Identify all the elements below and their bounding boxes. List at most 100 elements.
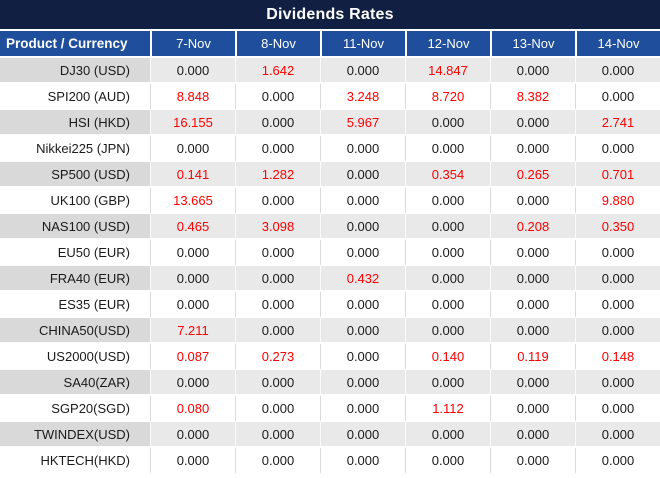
rate-cell: 0.000 [320,214,405,240]
table-row: FRA40 (EUR) 0.000 0.000 0.432 0.000 0.000 0.00… [0,266,660,292]
table-row: DJ30 (USD) 0.000 1.642 0.000 14.847 0.000 0.00… [0,58,660,84]
rate-cell: 8.720 [405,84,490,110]
product-cell: SA40(ZAR) [0,370,150,396]
rate-cell: 0.000 [490,292,575,318]
rate-cell: 1.642 [235,58,320,84]
rate-cell: 0.000 [150,422,235,448]
product-cell: SPI200 (AUD) [0,84,150,110]
rate-cell: 0.000 [490,136,575,162]
rate-cell: 0.000 [490,266,575,292]
rate-cell: 0.701 [575,162,660,188]
rate-cell: 7.211 [150,318,235,344]
rate-cell: 0.000 [150,58,235,84]
rate-cell: 0.000 [575,448,660,474]
rate-cell: 0.000 [150,136,235,162]
rate-cell: 0.465 [150,214,235,240]
table-row: Nikkei225 (JPN) 0.000 0.000 0.000 0.000 0.000… [0,136,660,162]
rate-cell: 0.000 [235,110,320,136]
table-row: SPI200 (AUD) 8.848 0.000 3.248 8.720 8.382 0.0… [0,84,660,110]
rate-cell: 0.000 [575,318,660,344]
table-row: SA40(ZAR) 0.000 0.000 0.000 0.000 0.000 0.000 [0,370,660,396]
table-row: SP500 (USD) 0.141 1.282 0.000 0.354 0.265 0.70… [0,162,660,188]
rate-cell: 5.967 [320,110,405,136]
rate-cell: 0.000 [490,318,575,344]
header-cell-product-currency: Product / Currency [0,31,150,58]
rate-cell: 3.248 [320,84,405,110]
table-row: NAS100 (USD) 0.465 3.098 0.000 0.000 0.208 0.3… [0,214,660,240]
rate-cell: 0.080 [150,396,235,422]
product-cell: CHINA50(USD) [0,318,150,344]
table-row: TWINDEX(USD) 0.000 0.000 0.000 0.000 0.000 0.0… [0,422,660,448]
product-cell: TWINDEX(USD) [0,422,150,448]
rate-cell: 8.848 [150,84,235,110]
rate-cell: 0.000 [150,370,235,396]
rate-cell: 0.000 [490,188,575,214]
rate-cell: 0.000 [405,370,490,396]
rate-cell: 0.000 [575,396,660,422]
rate-cell: 0.141 [150,162,235,188]
rate-cell: 0.000 [575,58,660,84]
rate-cell: 0.000 [320,422,405,448]
rate-cell: 0.000 [490,422,575,448]
rate-cell: 0.087 [150,344,235,370]
rate-cell: 0.000 [490,240,575,266]
product-cell: ES35 (EUR) [0,292,150,318]
header-cell-date: 14-Nov [575,31,660,58]
rate-cell: 0.000 [405,266,490,292]
rate-cell: 0.000 [235,84,320,110]
rate-cell: 0.000 [405,292,490,318]
table-row: HKTECH(HKD) 0.000 0.000 0.000 0.000 0.000 0.00… [0,448,660,474]
rate-cell: 0.000 [405,136,490,162]
rate-cell: 0.000 [490,370,575,396]
rate-cell: 0.000 [575,136,660,162]
dividends-rates-panel: Dividends Rates Product / Currency 7-Nov 8… [0,0,660,478]
rate-cell: 0.000 [490,58,575,84]
rate-cell: 0.265 [490,162,575,188]
rate-cell: 0.000 [320,136,405,162]
rate-cell: 0.000 [490,110,575,136]
rate-cell: 0.000 [150,266,235,292]
product-cell: SGP20(SGD) [0,396,150,422]
rate-cell: 16.155 [150,110,235,136]
rate-cell: 0.354 [405,162,490,188]
rate-cell: 0.000 [490,448,575,474]
rate-cell: 0.000 [490,396,575,422]
rate-cell: 3.098 [235,214,320,240]
rate-cell: 0.140 [405,344,490,370]
table-row: EU50 (EUR) 0.000 0.000 0.000 0.000 0.000 0.000 [0,240,660,266]
rate-cell: 0.000 [405,110,490,136]
header-cell-date: 11-Nov [320,31,405,58]
rate-cell: 8.382 [490,84,575,110]
rate-cell: 0.000 [405,422,490,448]
rate-cell: 0.000 [320,396,405,422]
header-cell-date: 7-Nov [150,31,235,58]
rate-cell: 0.000 [575,84,660,110]
rate-cell: 0.000 [235,422,320,448]
table-row: US2000(USD) 0.087 0.273 0.000 0.140 0.119 0.14… [0,344,660,370]
rate-cell: 0.000 [235,240,320,266]
rate-cell: 0.000 [575,422,660,448]
rate-cell: 0.000 [150,240,235,266]
product-cell: DJ30 (USD) [0,58,150,84]
table-row: ES35 (EUR) 0.000 0.000 0.000 0.000 0.000 0.000 [0,292,660,318]
rate-cell: 0.000 [320,292,405,318]
rate-cell: 0.000 [405,318,490,344]
rate-cell: 2.741 [575,110,660,136]
rate-cell: 0.000 [405,448,490,474]
rate-cell: 0.000 [235,136,320,162]
header-cell-date: 13-Nov [490,31,575,58]
rate-cell: 0.000 [150,292,235,318]
rate-cell: 0.000 [320,58,405,84]
rate-cell: 0.000 [405,188,490,214]
rate-cell: 1.282 [235,162,320,188]
rate-cell: 0.000 [575,240,660,266]
product-cell: HSI (HKD) [0,110,150,136]
product-cell: EU50 (EUR) [0,240,150,266]
rate-cell: 0.000 [235,292,320,318]
rate-cell: 0.000 [150,448,235,474]
rate-cell: 0.000 [320,344,405,370]
header-cell-date: 8-Nov [235,31,320,58]
product-cell: US2000(USD) [0,344,150,370]
rate-cell: 0.000 [575,370,660,396]
rate-cell: 0.000 [320,370,405,396]
